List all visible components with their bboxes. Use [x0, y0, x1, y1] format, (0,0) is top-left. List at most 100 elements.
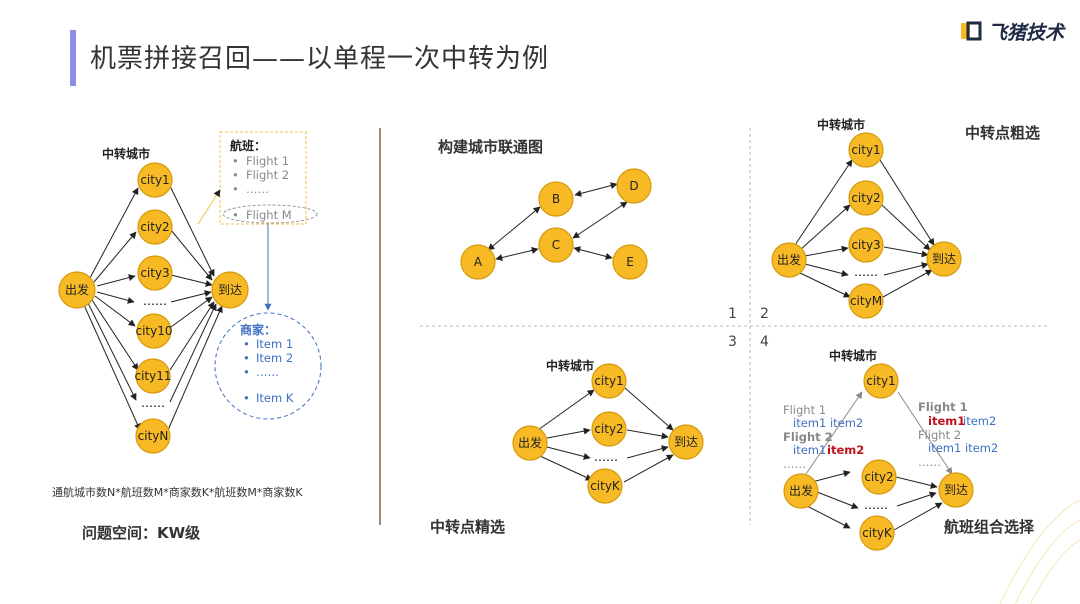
q4-right-flight-1: Flight 1 — [918, 400, 968, 414]
svg-text:city10: city10 — [135, 324, 172, 338]
merchant-bullet: • — [243, 391, 250, 405]
left-city-node: city10 — [135, 313, 173, 349]
merchant-item: Item 1 — [256, 337, 293, 351]
flight-bullet: • — [232, 182, 239, 196]
flight-box-pointer — [197, 189, 221, 225]
quadrant-4-flight-combination: 中转城市 航班组合选择 出发 到达 city1 city2 …… cityK F… — [783, 348, 1035, 551]
svg-text:city1: city1 — [851, 143, 880, 157]
merchant-item: Item 2 — [256, 351, 293, 365]
left-city-node: cityN — [135, 418, 171, 454]
q2-start-node: 出发 — [771, 242, 807, 278]
flight-item: Flight 1 — [246, 154, 289, 168]
quadrant-3-fine-selection: 中转城市 中转点精选 出发 到达 city1 city2 …… cityK — [430, 358, 704, 536]
quadrant-2-coarse-selection: 中转城市 中转点粗选 出发 到达 city1 city2 city3 …… ci… — [771, 117, 1040, 319]
q3-start-node: 出发 — [512, 425, 548, 461]
left-city-node: city2 — [137, 209, 173, 245]
graph-node-d: D — [616, 168, 652, 204]
q4-start-node: 出发 — [783, 473, 819, 509]
q4-ellipsis: …… — [864, 498, 888, 512]
svg-text:到达: 到达 — [932, 252, 956, 266]
left-ellipsis: …… — [143, 294, 167, 308]
svg-text:A: A — [474, 255, 483, 269]
left-city-node: city11 — [134, 358, 172, 394]
left-city-node: city1 — [137, 162, 173, 198]
svg-text:出发: 出发 — [789, 483, 813, 498]
svg-text:city1: city1 — [866, 374, 895, 388]
svg-text:到达: 到达 — [218, 283, 242, 297]
decorative-arcs — [999, 499, 1080, 604]
q4-right-flight-2-items: item1 item2 — [928, 441, 998, 455]
graph-node-c: C — [538, 227, 574, 263]
left-ellipsis: …… — [141, 396, 165, 410]
q3-transfer-city-label: 中转城市 — [546, 358, 594, 373]
svg-text:D: D — [629, 179, 638, 193]
flight-bullet: • — [232, 208, 239, 222]
svg-text:cityN: cityN — [138, 429, 169, 443]
merchant-item: …… — [256, 365, 279, 379]
q2-city-node: cityM — [848, 283, 884, 319]
svg-text:出发: 出发 — [777, 252, 801, 267]
left-city-node: city3 — [137, 255, 173, 291]
svg-text:city2: city2 — [140, 220, 169, 234]
svg-text:cityM: cityM — [850, 294, 882, 308]
svg-text:city1: city1 — [594, 374, 623, 388]
left-panel: 中转城市 出发 到达 city1 city2 city3 …… city10 c… — [52, 131, 322, 542]
quadrant-number-1: 1 — [728, 306, 737, 322]
formula-text: 通航城市数N*航班数M*商家数K*航班数M*商家数K — [52, 485, 303, 499]
svg-text:E: E — [626, 255, 634, 269]
left-start-node: 出发 — [58, 271, 96, 309]
q2-city-node: city1 — [848, 132, 884, 168]
q4-right-flight-more: …… — [918, 455, 941, 469]
q4-city-node: city1 — [863, 363, 899, 399]
q3-city-node: city2 — [591, 411, 627, 447]
q4-title: 航班组合选择 — [944, 518, 1035, 536]
left-transfer-city-label: 中转城市 — [102, 146, 150, 161]
flight-box-title: 航班： — [230, 138, 266, 153]
q4-left-flight-1: Flight 1 — [783, 403, 826, 417]
quadrant-number-3: 3 — [728, 334, 737, 350]
q4-left-flight-2: Flight 2 — [783, 430, 833, 444]
q4-right-flight-1-item1: item1 — [928, 414, 965, 428]
flight-bullet: • — [232, 168, 239, 182]
q4-left-flight-more: …… — [783, 457, 806, 471]
quadrant-number-2: 2 — [760, 306, 769, 322]
svg-text:B: B — [552, 192, 560, 206]
merchant-bullet: • — [243, 351, 250, 365]
quadrant-1-city-graph: 构建城市联通图 A B C D E — [438, 138, 652, 280]
svg-text:city2: city2 — [594, 422, 623, 436]
q2-ellipsis: …… — [854, 265, 878, 279]
q4-right-flight-1-item2: item2 — [963, 414, 996, 428]
q3-city-node: cityK — [587, 468, 623, 504]
q4-city-node: cityK — [859, 515, 895, 551]
graph-node-b: B — [538, 181, 574, 217]
merchant-box-title: 商家： — [240, 322, 276, 337]
merchant-bullet: • — [243, 365, 250, 379]
left-end-node: 到达 — [211, 271, 249, 309]
svg-text:city3: city3 — [140, 266, 169, 280]
graph-node-e: E — [612, 244, 648, 280]
svg-text:city3: city3 — [851, 238, 880, 252]
svg-text:city2: city2 — [864, 470, 893, 484]
flight-bullet: • — [232, 154, 239, 168]
svg-text:city2: city2 — [851, 191, 880, 205]
svg-text:city11: city11 — [134, 369, 171, 383]
svg-text:C: C — [552, 238, 560, 252]
q2-title: 中转点粗选 — [965, 124, 1040, 142]
graph-node-a: A — [460, 244, 496, 280]
diagram-canvas: 1 2 3 4 中转城市 出发 到达 city1 city2 city3 …… … — [52, 117, 1080, 604]
q3-ellipsis: …… — [594, 450, 618, 464]
svg-text:cityK: cityK — [590, 479, 621, 493]
flight-item: Flight 2 — [246, 168, 289, 182]
q4-right-flight-2: Flight 2 — [918, 428, 961, 442]
merchant-item: Item K — [256, 391, 294, 405]
svg-text:出发: 出发 — [518, 435, 542, 450]
q4-transfer-city-label: 中转城市 — [829, 348, 877, 363]
problem-space: 问题空间：KW级 — [82, 524, 201, 542]
flight-item: …… — [246, 182, 269, 196]
q4-left-flight-2-item2: item2 — [827, 443, 864, 457]
q2-transfer-city-label: 中转城市 — [817, 117, 865, 132]
q3-city-node: city1 — [591, 363, 627, 399]
svg-text:cityK: cityK — [862, 526, 893, 540]
q4-end-node: 到达 — [938, 472, 974, 508]
svg-text:city1: city1 — [140, 173, 169, 187]
